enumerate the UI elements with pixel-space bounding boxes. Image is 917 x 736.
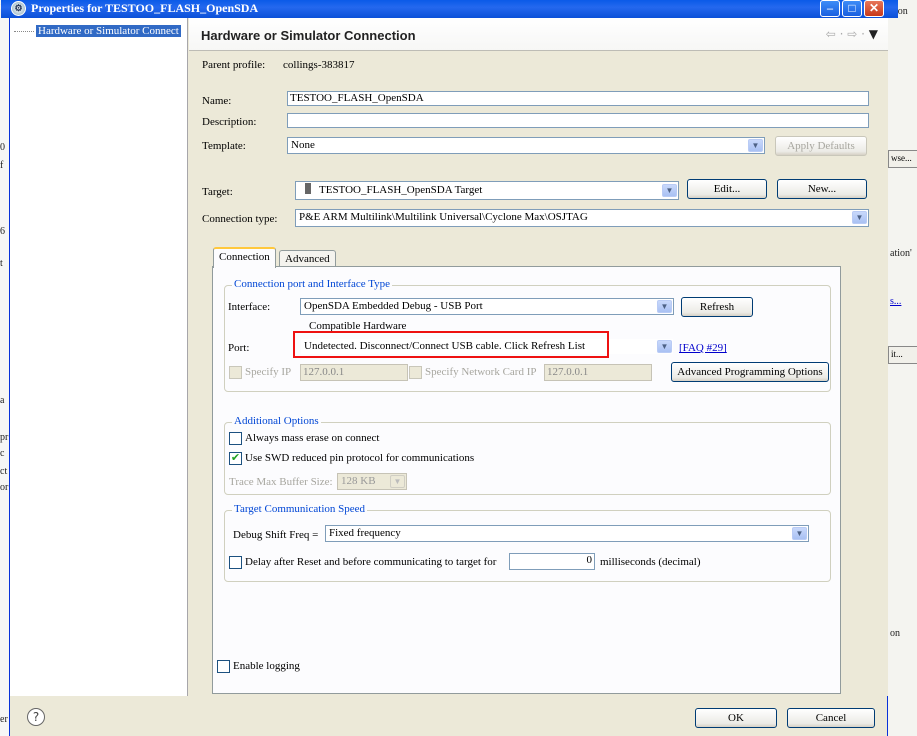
target-speed-group-title: Target Communication Speed — [232, 503, 368, 515]
interface-label: Interface: — [228, 301, 271, 313]
delay-field[interactable]: 0 — [509, 553, 595, 570]
app-icon: ⚙ — [11, 1, 26, 16]
title-bar[interactable]: ⚙ Properties for TESTOO_FLASH_OpenSDA – … — [1, 0, 898, 18]
background-app-left: 1 0 f 6 t a pr c ct or er — [0, 0, 9, 736]
template-select[interactable]: None ▼ — [287, 137, 765, 154]
connection-type-label: Connection type: — [202, 213, 278, 225]
back-arrow-icon[interactable]: ⇦ — [826, 27, 836, 41]
page-title: Hardware or Simulator Connection — [201, 28, 416, 43]
target-chip-icon — [305, 183, 311, 194]
template-label: Template: — [202, 140, 246, 152]
connection-port-group-title: Connection port and Interface Type — [232, 278, 393, 290]
enable-logging-checkbox[interactable] — [217, 660, 230, 673]
shift-freq-label: Debug Shift Freq = — [233, 529, 319, 541]
target-speed-group: Target Communication Speed — [224, 503, 831, 582]
additional-options-group-title: Additional Options — [232, 415, 321, 427]
name-label: Name: — [202, 95, 232, 107]
window-title: Properties for TESTOO_FLASH_OpenSDA — [31, 1, 259, 15]
trace-buffer-select[interactable]: 128 KB ▼ — [337, 473, 407, 490]
specify-nic-label: Specify Network Card IP — [425, 366, 537, 378]
ok-button[interactable]: OK — [695, 708, 777, 728]
mass-erase-checkbox[interactable] — [229, 432, 242, 445]
delay-checkbox[interactable] — [229, 556, 242, 569]
specify-nic-field[interactable]: 127.0.0.1 — [544, 364, 652, 381]
swd-checkbox[interactable]: ✔ — [229, 452, 242, 465]
chevron-down-icon: ▼ — [657, 300, 672, 313]
specify-nic-checkbox[interactable] — [409, 366, 422, 379]
minimize-icon[interactable]: – — [820, 0, 840, 17]
chevron-down-icon: ▼ — [852, 211, 867, 224]
name-field[interactable]: TESTOO_FLASH_OpenSDA — [287, 91, 869, 106]
properties-dialog: ⚙ Properties for TESTOO_FLASH_OpenSDA – … — [1, 0, 898, 736]
maximize-icon[interactable]: □ — [842, 0, 862, 17]
parent-profile-value: collings-383817 — [283, 59, 355, 71]
chevron-down-icon: ▼ — [657, 340, 672, 353]
dialog-footer: ? OK Cancel — [10, 696, 887, 736]
tree-item-hardware-connection[interactable]: Hardware or Simulator Connect — [14, 25, 188, 39]
enable-logging-label: Enable logging — [233, 660, 300, 672]
target-label: Target: — [202, 186, 233, 198]
background-app-right: mon wse... ation' s... it... on — [887, 0, 917, 736]
connection-tab-panel: Connection port and Interface Type Inter… — [212, 266, 841, 694]
delay-label: Delay after Reset and before communicati… — [245, 556, 497, 568]
help-icon[interactable]: ? — [27, 708, 45, 726]
chevron-down-icon: ▼ — [390, 475, 405, 488]
shift-freq-select[interactable]: Fixed frequency ▼ — [325, 525, 809, 542]
page-header: Hardware or Simulator Connection ⇦ · ⇨ ·… — [189, 18, 888, 51]
view-menu-icon[interactable]: ▼ — [869, 27, 878, 41]
refresh-button[interactable]: Refresh — [681, 297, 753, 317]
chevron-down-icon: ▼ — [662, 184, 677, 197]
advanced-programming-button[interactable]: Advanced Programming Options — [671, 362, 829, 382]
chevron-down-icon: ▼ — [792, 527, 807, 540]
forward-dropdown-icon[interactable]: · — [861, 27, 865, 41]
description-field[interactable] — [287, 113, 869, 128]
connection-type-select[interactable]: P&E ARM Multilink\Multilink Universal\Cy… — [295, 209, 869, 227]
property-page: Hardware or Simulator Connection ⇦ · ⇨ ·… — [189, 18, 888, 696]
edit-target-button[interactable]: Edit... — [687, 179, 767, 199]
chevron-down-icon: ▼ — [748, 139, 763, 152]
property-tree: Hardware or Simulator Connect — [10, 18, 188, 696]
target-select[interactable]: TESTOO_FLASH_OpenSDA Target ▼ — [295, 181, 679, 200]
specify-ip-checkbox[interactable] — [229, 366, 242, 379]
tree-connector — [14, 30, 34, 32]
swd-label: Use SWD reduced pin protocol for communi… — [245, 452, 475, 464]
forward-arrow-icon[interactable]: ⇨ — [847, 27, 857, 41]
specify-ip-field[interactable]: 127.0.0.1 — [300, 364, 408, 381]
port-label: Port: — [228, 342, 250, 354]
delay-unit-label: milliseconds (decimal) — [600, 556, 701, 568]
specify-ip-label: Specify IP — [245, 366, 292, 378]
cancel-button[interactable]: Cancel — [787, 708, 875, 728]
parent-profile-label: Parent profile: — [202, 59, 266, 71]
highlight-annotation — [293, 331, 609, 358]
interface-select[interactable]: OpenSDA Embedded Debug - USB Port ▼ — [300, 298, 674, 315]
mass-erase-label: Always mass erase on connect — [245, 432, 380, 444]
description-label: Description: — [202, 116, 257, 128]
faq-link[interactable]: [FAQ #29] — [679, 342, 727, 354]
apply-defaults-button[interactable]: Apply Defaults — [775, 136, 867, 156]
tab-connection[interactable]: Connection — [213, 247, 276, 268]
back-dropdown-icon[interactable]: · — [840, 27, 844, 41]
close-icon[interactable]: ✕ — [864, 0, 884, 17]
new-target-button[interactable]: New... — [777, 179, 867, 199]
page-navigation: ⇦ · ⇨ · ▼ — [826, 27, 878, 41]
trace-buffer-label: Trace Max Buffer Size: — [229, 476, 333, 488]
